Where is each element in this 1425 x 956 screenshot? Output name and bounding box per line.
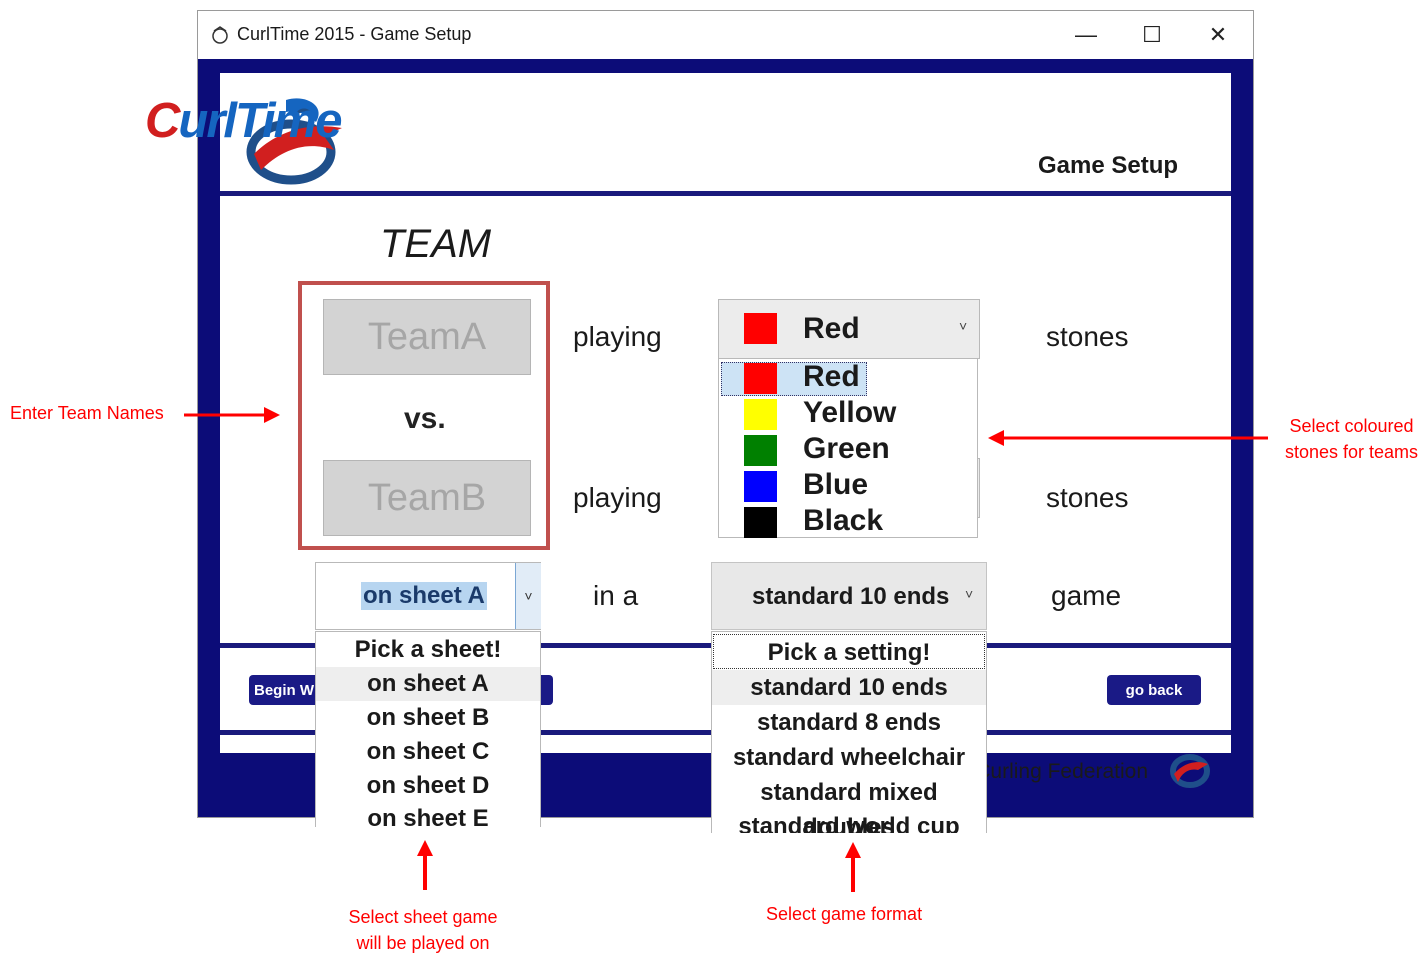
annotation-arrows [184, 407, 1268, 892]
arrowhead-stones [988, 430, 1004, 446]
arrowhead-team-names [264, 407, 280, 423]
arrowhead-format [845, 842, 861, 858]
arrowhead-sheet [417, 840, 433, 856]
